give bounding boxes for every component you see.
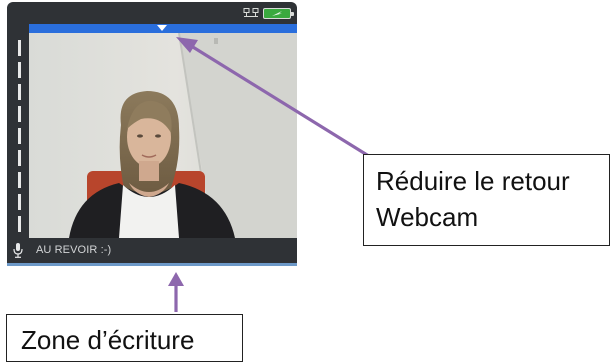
- arrow-to-collapse-bar: [187, 42, 373, 160]
- reduce-webcam-label-line1: Réduire le retour: [376, 166, 570, 196]
- arrow-head-collapse: [176, 37, 198, 53]
- arrow-head-writing: [168, 272, 184, 286]
- reduce-webcam-label-line2: Webcam: [376, 202, 479, 232]
- reduce-webcam-label: Réduire le retour Webcam: [363, 154, 610, 246]
- writing-zone-label-text: Zone d’écriture: [21, 325, 195, 355]
- writing-zone-label: Zone d’écriture: [6, 314, 243, 362]
